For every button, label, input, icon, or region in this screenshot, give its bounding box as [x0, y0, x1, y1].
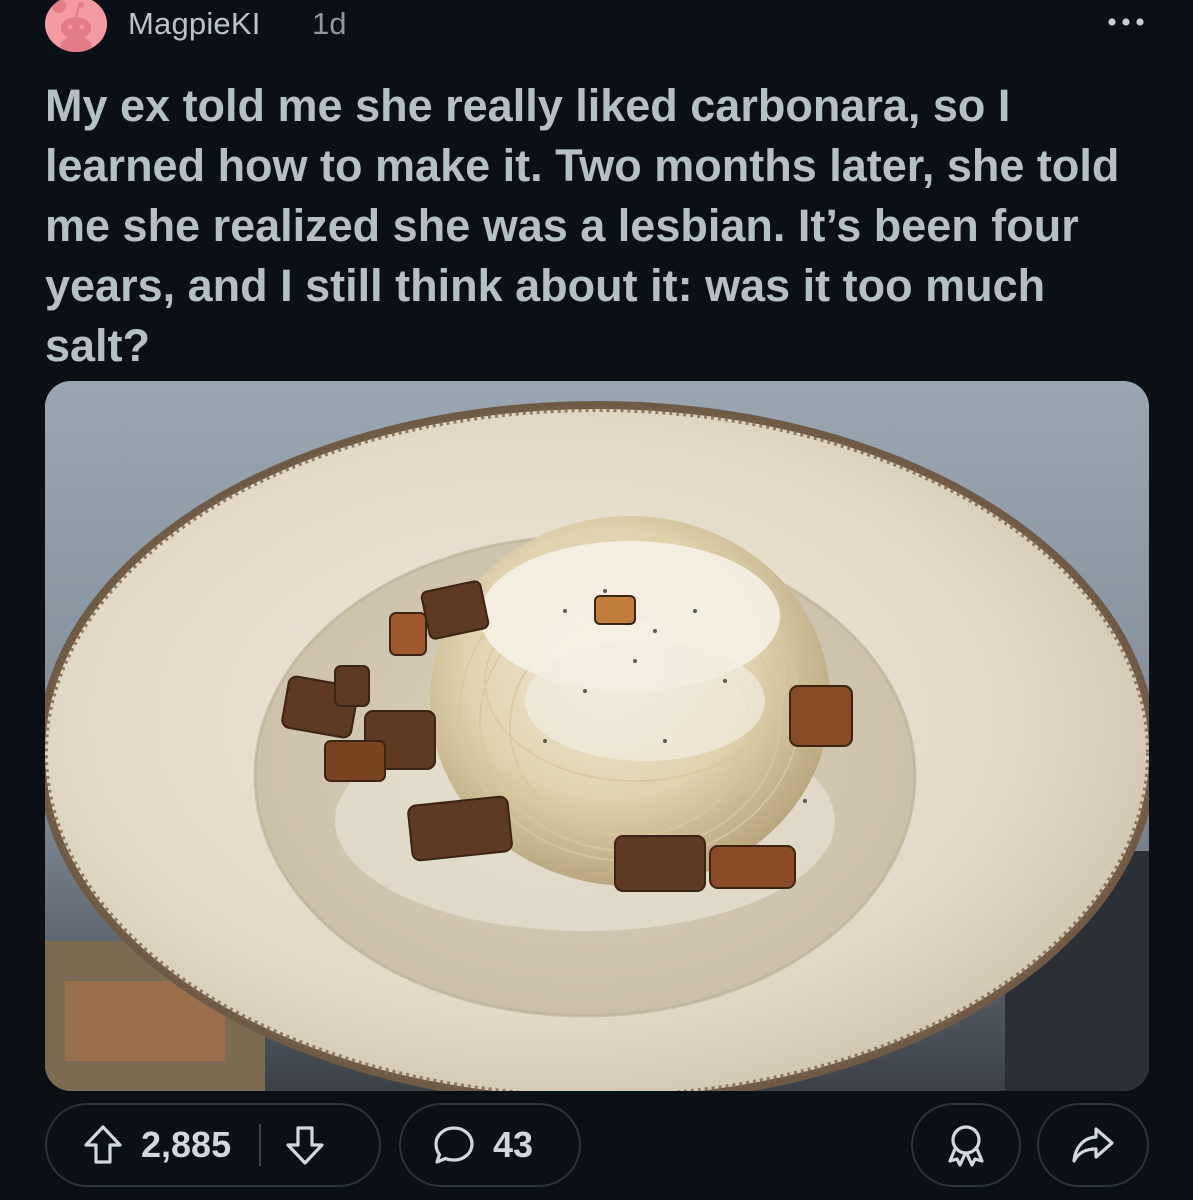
- upvote-arrow-icon: [84, 1125, 122, 1164]
- post-card: MagpieKI 1d My ex told me she really lik…: [0, 0, 1193, 1200]
- comments-button[interactable]: 43: [399, 1103, 581, 1187]
- share-arrow-icon: [1072, 1127, 1114, 1163]
- post-title[interactable]: My ex told me she really liked carbonara…: [45, 76, 1155, 376]
- vote-count: 2,885: [141, 1124, 232, 1165]
- more-horizontal-icon: [1108, 18, 1144, 26]
- comment-bubble-icon: [434, 1126, 474, 1164]
- share-button[interactable]: [1037, 1103, 1149, 1187]
- post-header: MagpieKI 1d: [42, 0, 1152, 55]
- post-action-bar: 2,885 43: [45, 1103, 1149, 1189]
- author-username[interactable]: MagpieKI: [128, 6, 261, 42]
- award-button[interactable]: [911, 1103, 1021, 1187]
- comment-count: 43: [493, 1124, 534, 1165]
- downvote-arrow-icon: [286, 1126, 324, 1165]
- avatar[interactable]: [45, 0, 107, 52]
- upvote-button[interactable]: [81, 1123, 125, 1167]
- reddit-snoo-avatar-icon: [48, 0, 104, 52]
- award-icon: [948, 1125, 984, 1167]
- vote-divider: [259, 1124, 262, 1166]
- post-age: 1d: [312, 6, 347, 41]
- vote-pill: 2,885: [45, 1103, 381, 1187]
- post-image[interactable]: [45, 381, 1149, 1091]
- downvote-button[interactable]: [283, 1123, 327, 1167]
- more-options-button[interactable]: [1100, 2, 1152, 42]
- carbonara-plate-photo: [45, 381, 1149, 1091]
